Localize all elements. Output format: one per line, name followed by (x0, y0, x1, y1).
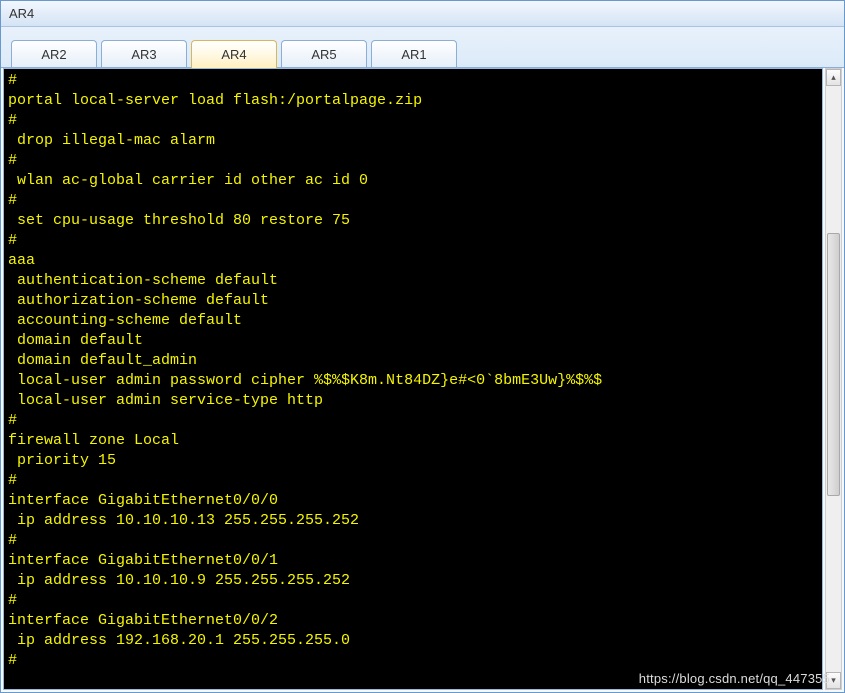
chevron-up-icon: ▴ (831, 72, 836, 83)
tab-label: AR2 (41, 47, 66, 62)
tab-label: AR1 (401, 47, 426, 62)
window-title: AR4 (9, 6, 34, 21)
chevron-down-icon: ▾ (831, 675, 836, 686)
tab-ar4[interactable]: AR4 (191, 40, 277, 68)
app-window: AR4 AR2 AR3 AR4 AR5 AR1 # portal local-s… (0, 0, 845, 693)
tab-ar1[interactable]: AR1 (371, 40, 457, 68)
tab-ar3[interactable]: AR3 (101, 40, 187, 68)
scrollbar-thumb[interactable] (827, 233, 840, 497)
title-bar: AR4 (1, 1, 844, 27)
tab-bar: AR2 AR3 AR4 AR5 AR1 (1, 27, 844, 67)
tab-label: AR5 (311, 47, 336, 62)
terminal-output[interactable]: # portal local-server load flash:/portal… (3, 68, 823, 690)
tab-label: AR3 (131, 47, 156, 62)
tab-ar5[interactable]: AR5 (281, 40, 367, 68)
scroll-up-button[interactable]: ▴ (826, 69, 841, 86)
scrollbar-track[interactable] (826, 86, 841, 672)
content-area: # portal local-server load flash:/portal… (1, 67, 844, 692)
vertical-scrollbar[interactable]: ▴ ▾ (825, 68, 842, 690)
scroll-down-button[interactable]: ▾ (826, 672, 841, 689)
tab-label: AR4 (221, 47, 246, 62)
tab-ar2[interactable]: AR2 (11, 40, 97, 68)
